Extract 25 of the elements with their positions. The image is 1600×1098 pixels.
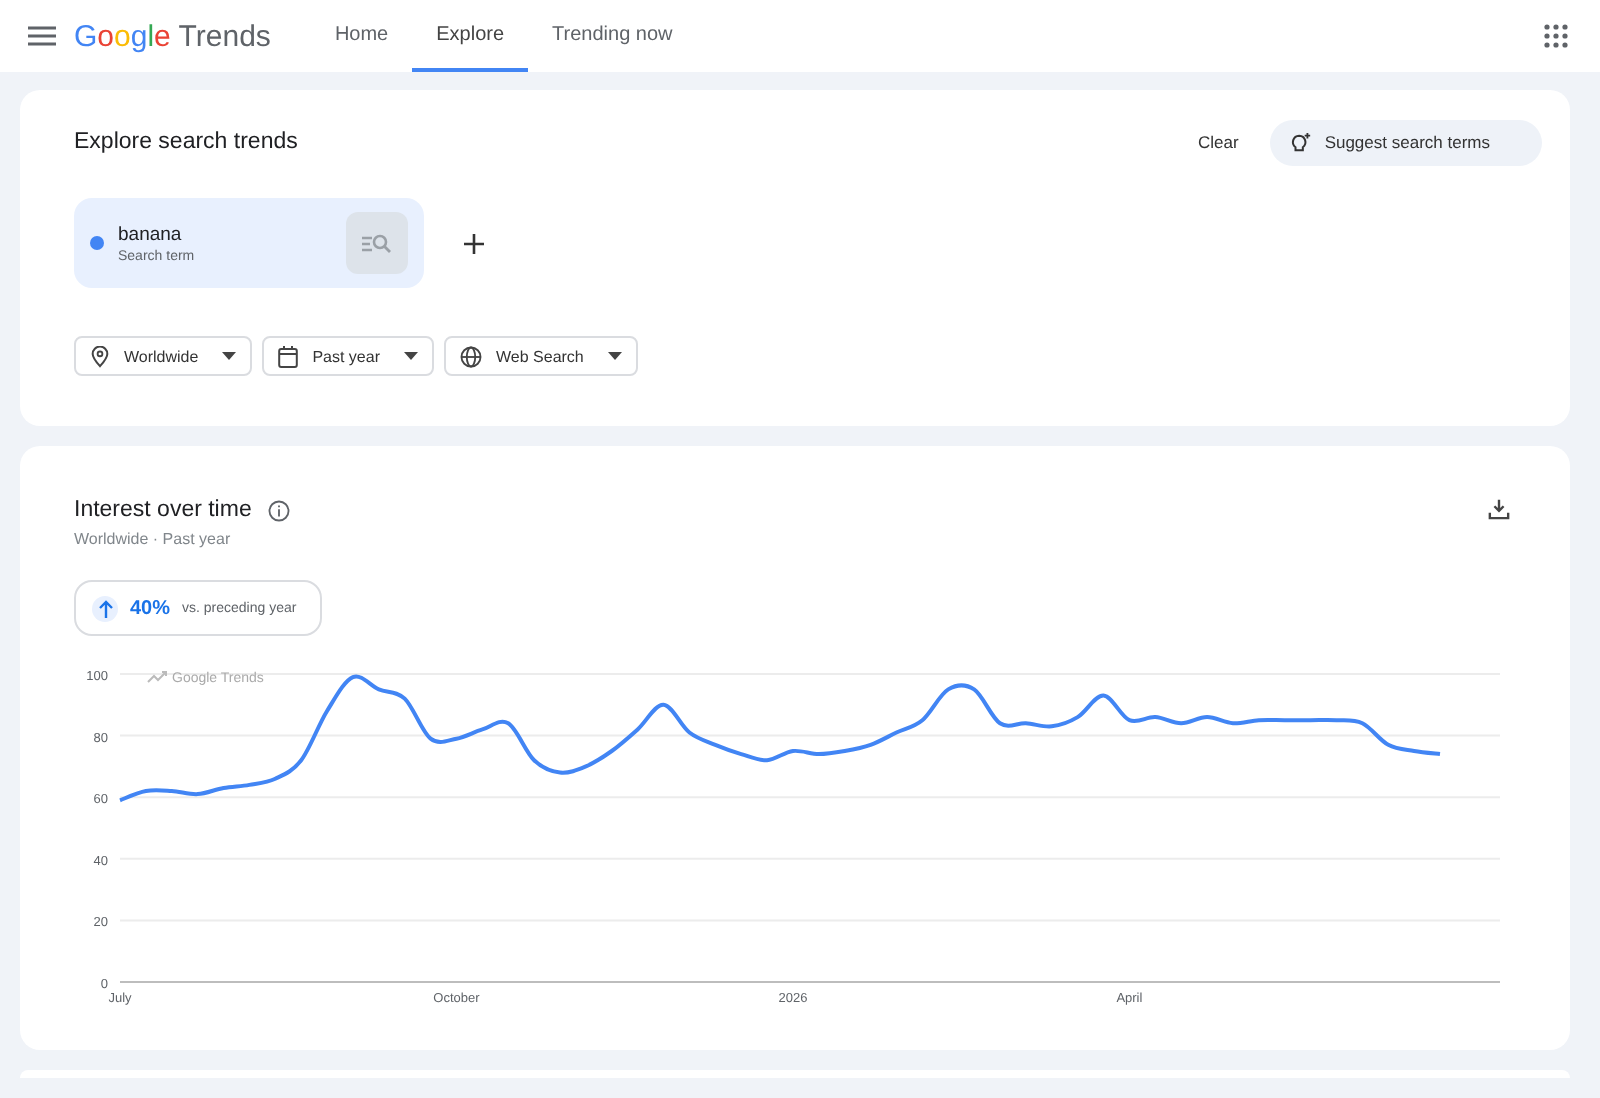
suggest-button[interactable]: Suggest search terms [1270, 119, 1542, 165]
filter-dropdown[interactable]: Worldwide [74, 336, 253, 376]
download-icon[interactable] [1488, 498, 1510, 520]
caret-icon [607, 352, 622, 360]
caret-icon [404, 352, 418, 360]
nav-tab[interactable]: Home [310, 0, 413, 72]
filter-dropdown[interactable]: Past year [262, 336, 434, 376]
change-value: 40% [130, 597, 171, 619]
term-name: banana [118, 223, 184, 245]
caret-icon [222, 352, 237, 360]
globe-icon [460, 345, 482, 367]
location-pin-icon [90, 345, 110, 367]
menu-icon[interactable] [28, 26, 56, 46]
info-icon[interactable] [267, 499, 290, 521]
lightbulb-icon [1290, 131, 1313, 153]
filter-dropdown[interactable]: Web Search [444, 336, 638, 376]
chart-title: Interest over time [74, 498, 252, 522]
apps-icon[interactable] [1544, 24, 1568, 48]
nav-tab[interactable]: Explore [412, 0, 529, 72]
calendar-icon [278, 345, 299, 367]
nav-tab[interactable]: Trending now [528, 0, 697, 72]
section-title: Explore search trends [74, 130, 300, 154]
chart-subtitle: Worldwide · Past year [74, 530, 233, 548]
logo[interactable]: Google Trends [74, 19, 271, 53]
up-arrow-icon [92, 595, 118, 621]
